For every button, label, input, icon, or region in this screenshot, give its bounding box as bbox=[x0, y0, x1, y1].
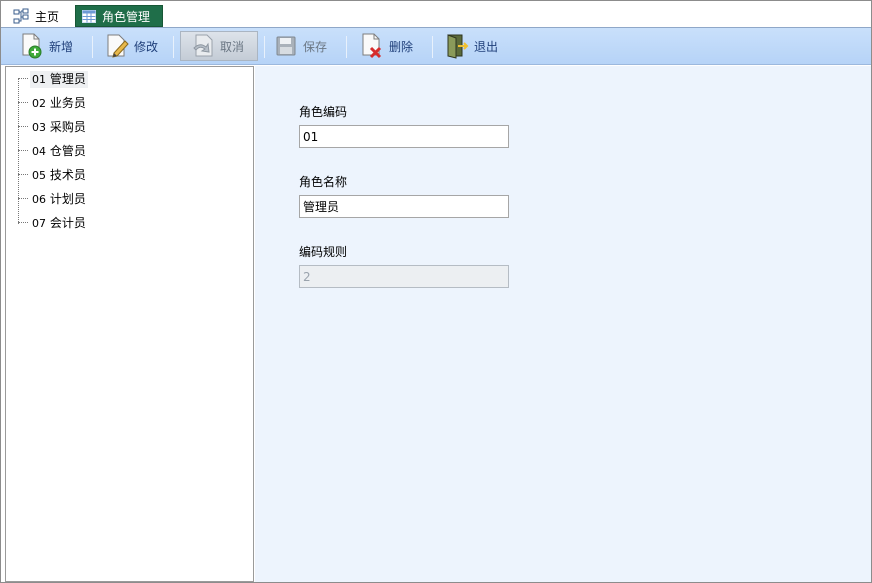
tab-bar: 主页 角色管理 bbox=[1, 1, 871, 28]
tab-role-management[interactable]: 角色管理 bbox=[75, 5, 163, 27]
delete-document-icon bbox=[359, 33, 385, 59]
tree-branch bbox=[18, 126, 28, 127]
tree-item-admin[interactable]: 01 管理员 bbox=[6, 69, 246, 89]
tree-branch bbox=[18, 150, 28, 151]
sitemap-icon bbox=[13, 8, 29, 24]
delete-button[interactable]: 删除 bbox=[359, 31, 413, 61]
tree-item-code: 01 bbox=[32, 73, 46, 86]
tree-item-salesperson[interactable]: 02 业务员 bbox=[6, 93, 246, 113]
toolbar-separator bbox=[173, 36, 174, 58]
tree-item-code: 07 bbox=[32, 217, 46, 230]
save-button[interactable]: 保存 bbox=[273, 31, 327, 61]
save-label: 保存 bbox=[303, 39, 328, 54]
tree-item-technician[interactable]: 05 技术员 bbox=[6, 165, 246, 185]
toolbar-separator bbox=[346, 36, 347, 58]
tree-item-label: 01 管理员 bbox=[30, 71, 88, 88]
edit-label: 修改 bbox=[134, 39, 159, 54]
tab-home-label: 主页 bbox=[35, 9, 60, 24]
tree-branch bbox=[18, 174, 28, 175]
role-name-input[interactable] bbox=[299, 195, 509, 218]
toolbar-separator bbox=[92, 36, 93, 58]
tree-branch bbox=[18, 78, 28, 79]
toolbar-separator bbox=[432, 36, 433, 58]
toolbar: 新增 修改 取消 保存 删除 退出 bbox=[1, 28, 871, 65]
tree-item-purchaser[interactable]: 03 采购员 bbox=[6, 117, 246, 137]
tab-role-label: 角色管理 bbox=[102, 9, 151, 24]
cancel-label: 取消 bbox=[220, 39, 245, 54]
tree-item-name: 会计员 bbox=[49, 216, 86, 230]
tree-item-label: 03 采购员 bbox=[30, 119, 88, 136]
exit-door-icon bbox=[444, 33, 470, 59]
role-name-label: 角色名称 bbox=[299, 175, 348, 189]
role-code-input[interactable] bbox=[299, 125, 509, 148]
tree-branch bbox=[18, 222, 28, 223]
tree-item-accountant[interactable]: 07 会计员 bbox=[6, 213, 246, 233]
tree-branch bbox=[18, 102, 28, 103]
add-button[interactable]: 新增 bbox=[19, 31, 73, 61]
exit-label: 退出 bbox=[474, 39, 499, 54]
tree-item-label: 06 计划员 bbox=[30, 191, 88, 208]
delete-label: 删除 bbox=[389, 39, 414, 54]
tree-item-label: 04 仓管员 bbox=[30, 143, 88, 160]
toolbar-separator bbox=[264, 36, 265, 58]
tree-item-label: 07 会计员 bbox=[30, 215, 88, 232]
tree-item-code: 02 bbox=[32, 97, 46, 110]
tree-item-code: 04 bbox=[32, 145, 46, 158]
tree-item-code: 03 bbox=[32, 121, 46, 134]
tree-item-planner[interactable]: 06 计划员 bbox=[6, 189, 246, 209]
app-window: 主页 角色管理 新增 修改 取消 保存 删除 退出 01 管理员 02 业务员 … bbox=[0, 0, 872, 583]
tree-item-name: 采购员 bbox=[49, 120, 86, 134]
role-form: 角色编码 角色名称 编码规则 bbox=[255, 66, 871, 582]
tree-item-name: 技术员 bbox=[49, 168, 86, 182]
exit-button[interactable]: 退出 bbox=[444, 31, 498, 61]
tree-branch bbox=[18, 198, 28, 199]
tree-item-name: 计划员 bbox=[49, 192, 86, 206]
tree-item-name: 仓管员 bbox=[49, 144, 86, 158]
undo-icon bbox=[190, 33, 216, 59]
role-code-label: 角色编码 bbox=[299, 105, 348, 119]
code-rule-input[interactable] bbox=[299, 265, 509, 288]
tree-item-code: 06 bbox=[32, 193, 46, 206]
new-document-icon bbox=[19, 33, 45, 59]
floppy-disk-icon bbox=[273, 33, 299, 59]
cancel-button[interactable]: 取消 bbox=[190, 31, 244, 61]
table-icon bbox=[82, 9, 96, 23]
edit-button[interactable]: 修改 bbox=[104, 31, 158, 61]
tree-item-name: 业务员 bbox=[49, 96, 86, 110]
tree-item-code: 05 bbox=[32, 169, 46, 182]
edit-pencil-icon bbox=[104, 33, 130, 59]
tab-home[interactable]: 主页 bbox=[7, 5, 67, 27]
tree-item-label: 05 技术员 bbox=[30, 167, 88, 184]
tree-item-warehouse-keeper[interactable]: 04 仓管员 bbox=[6, 141, 246, 161]
code-rule-label: 编码规则 bbox=[299, 245, 348, 259]
role-tree: 01 管理员 02 业务员 03 采购员 04 仓管员 05 技术员 06 计划… bbox=[5, 66, 254, 582]
tree-item-label: 02 业务员 bbox=[30, 95, 88, 112]
add-label: 新增 bbox=[49, 39, 74, 54]
tree-item-name: 管理员 bbox=[49, 72, 86, 86]
